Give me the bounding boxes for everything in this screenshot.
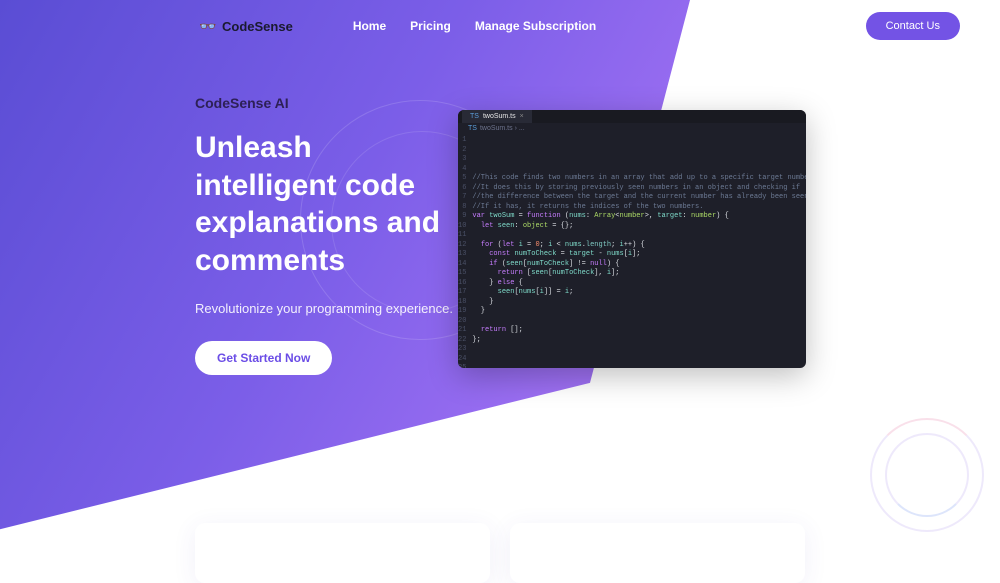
- nav-home[interactable]: Home: [353, 19, 386, 33]
- decorative-swirl: [870, 418, 980, 528]
- contact-us-button[interactable]: Contact Us: [866, 12, 960, 40]
- nav-pricing[interactable]: Pricing: [410, 19, 451, 33]
- brand-logo[interactable]: 👓 CodeSense: [200, 18, 293, 34]
- nav-manage-subscription[interactable]: Manage Subscription: [475, 19, 596, 33]
- top-nav: 👓 CodeSense Home Pricing Manage Subscrip…: [0, 0, 1000, 40]
- hero-text-column: CodeSense AI Unleash intelligent code ex…: [195, 95, 455, 375]
- hero-subhead: Revolutionize your programming experienc…: [195, 299, 455, 319]
- feature-cards-row: [195, 523, 805, 583]
- editor-tabbar: TS twoSum.ts ×: [458, 110, 806, 123]
- line-number-gutter: 1234567891011121314151617181920212223242…: [458, 136, 472, 368]
- editor-breadcrumb: TS twoSum.ts › ...: [458, 123, 806, 134]
- code-editor-preview: TS twoSum.ts × TS twoSum.ts › ... 123456…: [458, 110, 806, 368]
- hero-headline: Unleash intelligent code explanations an…: [195, 129, 455, 279]
- get-started-button[interactable]: Get Started Now: [195, 341, 332, 375]
- breadcrumb-text: twoSum.ts › ...: [480, 125, 525, 132]
- editor-tab-filename: twoSum.ts: [483, 113, 516, 120]
- close-icon[interactable]: ×: [520, 113, 524, 120]
- file-ts-icon: TS: [470, 113, 479, 120]
- brand-name: CodeSense: [222, 19, 293, 34]
- feature-card: [510, 523, 805, 583]
- nav-links: Home Pricing Manage Subscription: [353, 19, 596, 33]
- feature-card: [195, 523, 490, 583]
- logo-icon: 👓: [200, 18, 216, 34]
- code-lines: //This code finds two numbers in an arra…: [472, 136, 806, 368]
- hero-eyebrow: CodeSense AI: [195, 95, 455, 111]
- editor-body: 1234567891011121314151617181920212223242…: [458, 134, 806, 368]
- file-ts-icon: TS: [468, 125, 477, 132]
- editor-tab[interactable]: TS twoSum.ts ×: [462, 110, 532, 123]
